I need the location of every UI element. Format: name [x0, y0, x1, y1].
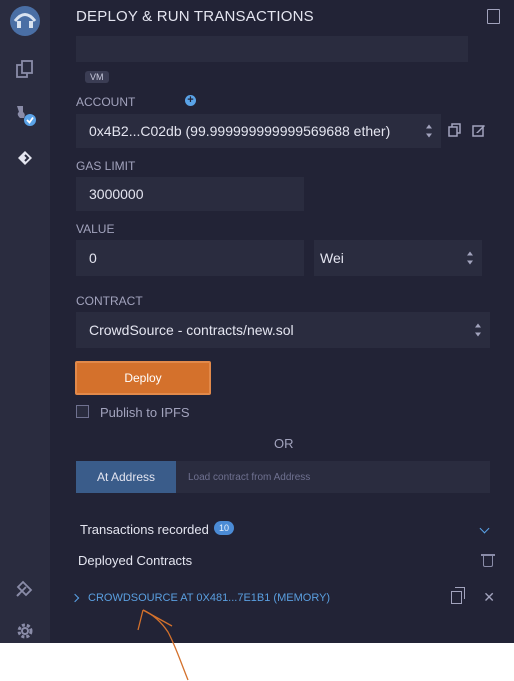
- book-icon[interactable]: [487, 9, 500, 24]
- close-icon[interactable]: ✕: [483, 590, 495, 604]
- settings-icon[interactable]: [12, 618, 38, 643]
- transactions-recorded-label[interactable]: Transactions recorded: [80, 522, 209, 537]
- value-unit-select[interactable]: Wei: [314, 240, 482, 276]
- account-value: 0x4B2...C02db (99.999999999999569688 eth…: [89, 123, 391, 139]
- plus-circle-icon[interactable]: +: [185, 95, 196, 106]
- contract-value: CrowdSource - contracts/new.sol: [89, 322, 294, 338]
- deploy-icon[interactable]: [12, 145, 38, 171]
- select-arrows-icon: [467, 251, 474, 265]
- transactions-count-badge: 10: [214, 521, 235, 535]
- edit-icon[interactable]: [472, 123, 486, 137]
- gas-limit-input[interactable]: 3000000: [76, 177, 304, 211]
- chevron-right-icon[interactable]: [70, 593, 80, 603]
- deploy-run-panel: DEPLOY & RUN TRANSACTIONS VM ACCOUNT + 0…: [50, 0, 514, 643]
- contract-label: CONTRACT: [76, 294, 143, 308]
- chevron-down-icon[interactable]: [479, 523, 490, 534]
- value-unit: Wei: [320, 250, 344, 266]
- account-label: ACCOUNT: [76, 95, 136, 109]
- deployed-contract-instance[interactable]: CROWDSOURCE AT 0X481...7E1B1 (MEMORY): [88, 592, 330, 604]
- remix-logo-icon[interactable]: [8, 4, 42, 38]
- or-divider: OR: [274, 436, 294, 451]
- remix-ide: DEPLOY & RUN TRANSACTIONS VM ACCOUNT + 0…: [0, 0, 514, 643]
- at-address-input[interactable]: Load contract from Address: [176, 461, 490, 493]
- value-label: VALUE: [76, 222, 115, 236]
- icon-sidebar: [0, 0, 50, 643]
- account-select[interactable]: 0x4B2...C02db (99.999999999999569688 eth…: [76, 114, 441, 148]
- file-explorer-icon[interactable]: [12, 56, 38, 82]
- copy-icon[interactable]: [448, 123, 462, 137]
- deploy-button[interactable]: Deploy: [75, 361, 211, 395]
- select-arrows-icon: [426, 124, 433, 138]
- publish-ipfs-label: Publish to IPFS: [100, 405, 190, 420]
- deployed-contracts-label: Deployed Contracts: [78, 553, 193, 568]
- vm-badge: VM: [85, 71, 109, 83]
- plugin-icon[interactable]: [12, 575, 38, 601]
- contract-select[interactable]: CrowdSource - contracts/new.sol: [76, 312, 490, 348]
- copy-icon[interactable]: [451, 587, 465, 604]
- compiler-icon[interactable]: [12, 102, 38, 128]
- trash-icon[interactable]: [481, 554, 495, 567]
- panel-title: DEPLOY & RUN TRANSACTIONS: [76, 8, 314, 25]
- environment-select[interactable]: [76, 36, 468, 62]
- gas-limit-value: 3000000: [89, 186, 144, 202]
- select-arrows-icon: [475, 323, 482, 337]
- at-address-button[interactable]: At Address: [76, 461, 176, 493]
- gas-limit-label: GAS LIMIT: [76, 159, 136, 173]
- publish-ipfs-checkbox[interactable]: [76, 405, 89, 418]
- value-input[interactable]: 0: [76, 240, 304, 276]
- value-amount: 0: [89, 250, 97, 266]
